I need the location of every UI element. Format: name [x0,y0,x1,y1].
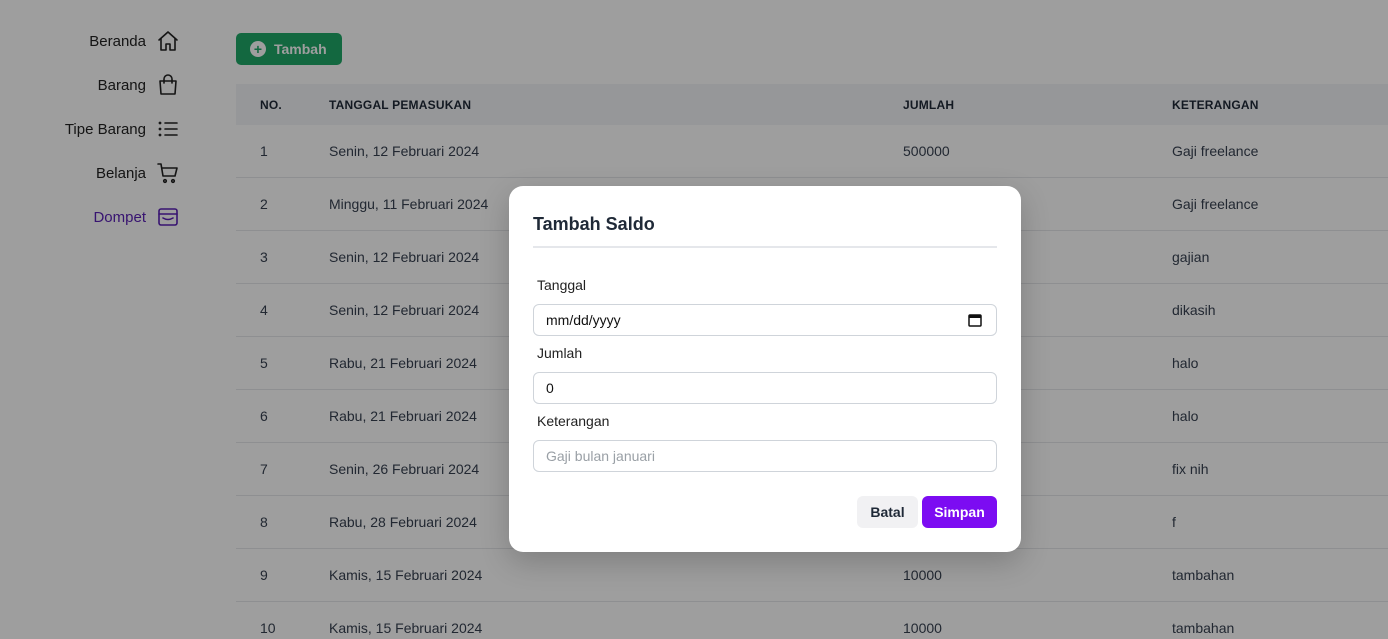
date-input[interactable]: mm/dd/yyyy [533,304,997,336]
modal-title: Tambah Saldo [533,214,655,234]
date-input-value: mm/dd/yyyy [546,312,621,328]
save-button[interactable]: Simpan [922,496,997,528]
cancel-button[interactable]: Batal [857,496,918,528]
amount-input-value: 0 [546,380,554,396]
modal-divider [533,246,997,248]
calendar-icon[interactable] [968,313,982,327]
amount-input[interactable]: 0 [533,372,997,404]
note-label: Keterangan [537,413,610,429]
amount-label: Jumlah [537,345,583,361]
note-input[interactable]: Gaji bulan januari [533,440,997,472]
add-balance-modal: Tambah Saldo Tanggal mm/dd/yyyy Jumlah 0… [509,186,1021,552]
note-input-placeholder: Gaji bulan januari [546,448,655,464]
date-label: Tanggal [537,277,587,293]
